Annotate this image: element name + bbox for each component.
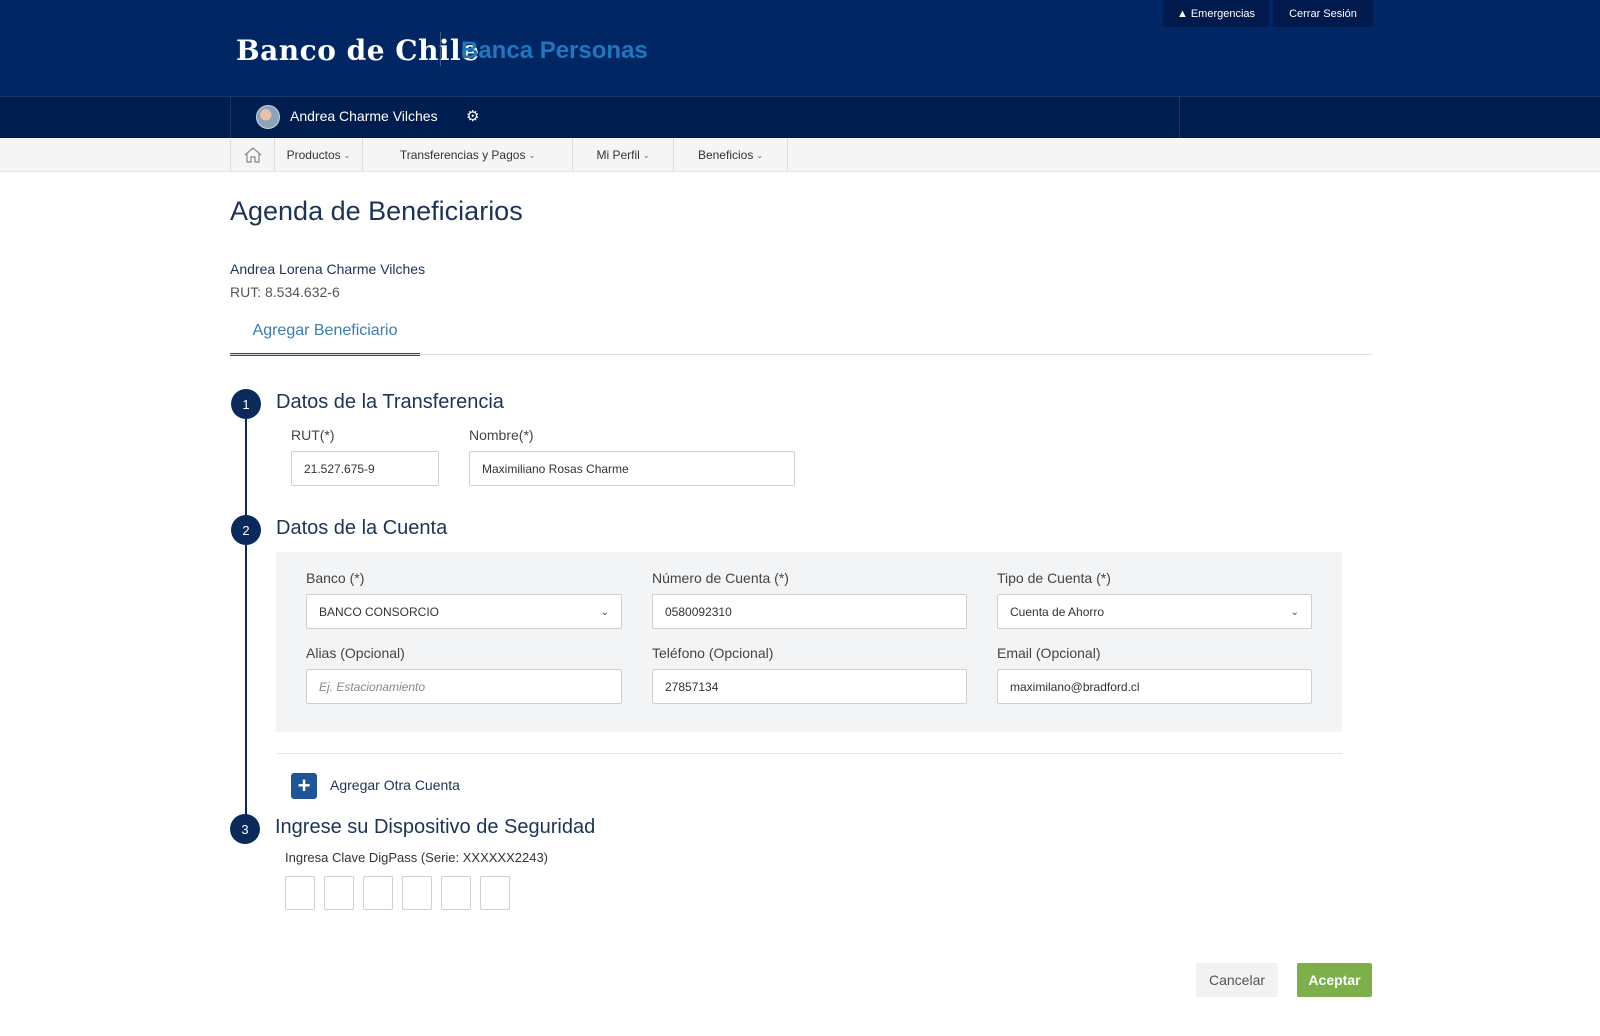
step-connector — [245, 405, 247, 825]
rut-label: RUT(*) — [291, 427, 335, 443]
accept-button[interactable]: Aceptar — [1297, 963, 1372, 997]
chevron-down-icon: ⌄ — [343, 150, 351, 160]
tab-divider — [230, 354, 1372, 355]
gear-icon[interactable]: ⚙ — [466, 107, 479, 125]
chevron-down-icon: ⌄ — [756, 150, 764, 160]
section-divider — [276, 753, 1342, 754]
account-number-input[interactable]: 0580092310 — [652, 594, 967, 629]
page-title: Agenda de Beneficiarios — [230, 196, 523, 226]
tab-agregar-beneficiario[interactable]: Agregar Beneficiario — [230, 322, 420, 356]
home-icon — [244, 147, 261, 163]
chevron-down-icon: ⌄ — [600, 607, 609, 618]
cancel-button[interactable]: Cancelar — [1196, 963, 1278, 997]
client-name: Andrea Lorena Charme Vilches — [230, 261, 426, 277]
bank-select[interactable]: BANCO CONSORCIO ⌄ — [306, 594, 622, 629]
alias-label: Alias (Opcional) — [306, 645, 405, 661]
emergency-button[interactable]: ▲ Emergencias — [1163, 0, 1269, 27]
bank-select-value: BANCO CONSORCIO — [319, 604, 440, 619]
plus-icon: + — [297, 773, 311, 798]
user-bar — [0, 96, 1600, 138]
digipass-digit-input[interactable] — [324, 876, 354, 910]
user-name[interactable]: Andrea Charme Vilches — [290, 108, 438, 124]
email-label: Email (Opcional) — [997, 645, 1101, 661]
account-type-select[interactable]: Cuenta de Ahorro ⌄ — [997, 594, 1312, 629]
digipass-digit-input[interactable] — [480, 876, 510, 910]
phone-label: Teléfono (Opcional) — [652, 645, 774, 661]
nav-home[interactable] — [230, 138, 275, 172]
nav-label: Productos — [286, 148, 341, 162]
nav-item-transferencias[interactable]: Transferencias y Pagos ⌄ — [363, 138, 573, 172]
avatar[interactable] — [256, 105, 280, 129]
nav-label: Beneficios — [697, 148, 754, 162]
step-number: 3 — [230, 814, 260, 844]
client-rut: RUT: 8.534.632-6 — [230, 284, 340, 300]
warning-icon: ▲ — [1176, 7, 1188, 20]
nav-item-beneficios[interactable]: Beneficios ⌄ — [674, 138, 788, 172]
step-title: Datos de la Cuenta — [276, 517, 448, 539]
account-number-label: Número de Cuenta (*) — [652, 570, 789, 586]
name-input[interactable]: Maximiliano Rosas Charme — [469, 451, 795, 486]
emergency-label: Emergencias — [1190, 7, 1256, 20]
rut-input[interactable]: 21.527.675-9 — [291, 451, 439, 486]
step-number: 1 — [231, 389, 261, 419]
app-title: Banca Personas — [461, 37, 648, 64]
alias-input[interactable]: Ej. Estacionamiento — [306, 669, 622, 704]
logout-label: Cerrar Sesión — [1289, 7, 1357, 20]
step-number: 2 — [231, 515, 261, 545]
nav-label: Transferencias y Pagos — [399, 148, 526, 162]
logo-divider — [440, 32, 441, 66]
name-label: Nombre(*) — [469, 427, 534, 443]
nav-item-perfil[interactable]: Mi Perfil ⌄ — [573, 138, 674, 172]
digipass-label: Ingresa Clave DigPass (Serie: XXXXXX2243… — [285, 850, 549, 865]
digipass-digit-input[interactable] — [285, 876, 315, 910]
digipass-digit-input[interactable] — [441, 876, 471, 910]
step-title: Datos de la Transferencia — [276, 391, 504, 413]
nav-item-productos[interactable]: Productos ⌄ — [275, 138, 363, 172]
account-type-label: Tipo de Cuenta (*) — [997, 570, 1111, 586]
logout-button[interactable]: Cerrar Sesión — [1273, 0, 1373, 27]
bank-label: Banco (*) — [306, 570, 365, 586]
digipass-digit-input[interactable] — [363, 876, 393, 910]
step-title: Ingrese su Dispositivo de Seguridad — [275, 816, 596, 838]
add-account-label[interactable]: Agregar Otra Cuenta — [330, 777, 460, 793]
phone-input[interactable]: 27857134 — [652, 669, 967, 704]
account-type-value: Cuenta de Ahorro — [1010, 604, 1105, 619]
add-account-button[interactable]: + — [291, 773, 317, 799]
bank-logo[interactable]: Banco de Chile — [236, 34, 480, 67]
nav-label: Mi Perfil — [596, 148, 640, 162]
chevron-down-icon: ⌄ — [528, 150, 536, 160]
account-panel — [276, 552, 1342, 732]
digipass-digit-input[interactable] — [402, 876, 432, 910]
chevron-down-icon: ⌄ — [1290, 607, 1299, 618]
chevron-down-icon: ⌄ — [642, 150, 650, 160]
email-input[interactable]: maximilano@bradford.cl — [997, 669, 1312, 704]
